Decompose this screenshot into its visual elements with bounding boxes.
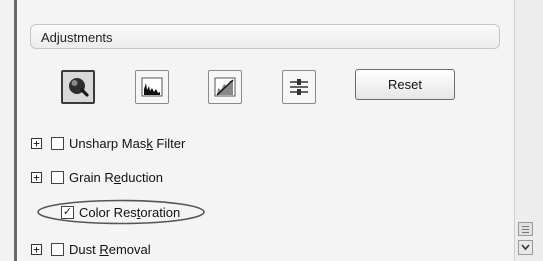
option-row-dust-removal[interactable]: + Dust Removal [31, 240, 151, 258]
adjustments-title: Adjustments [41, 30, 113, 45]
option-row-grain-reduction[interactable]: + Grain Reduction [31, 168, 163, 186]
grain-reduction-label: Grain Reduction [69, 169, 163, 185]
scrollbar-thumb[interactable] [518, 222, 533, 236]
unsharp-mask-label: Unsharp Mask Filter [69, 135, 186, 151]
scroll-down-button[interactable] [518, 240, 533, 255]
unsharp-mask-checkbox[interactable] [51, 136, 64, 150]
reset-button[interactable]: Reset [355, 69, 455, 100]
auto-exposure-button[interactable] [61, 70, 95, 104]
tone-curve-icon [214, 77, 236, 97]
auto-exposure-icon [69, 78, 89, 97]
histogram-adjustment-button[interactable] [135, 70, 169, 104]
chevron-down-icon [521, 244, 530, 251]
color-restoration-label: Color Restoration [79, 204, 181, 220]
color-restoration-checkbox[interactable]: ✓ [61, 205, 74, 219]
dust-removal-checkbox[interactable] [51, 242, 64, 256]
expand-icon[interactable]: + [31, 137, 42, 149]
tone-correction-button[interactable] [208, 70, 242, 104]
expand-icon[interactable]: + [31, 171, 42, 183]
option-row-color-restoration[interactable]: ✓ Color Restoration [61, 203, 180, 221]
histogram-icon [141, 77, 163, 97]
option-row-unsharp-mask[interactable]: + Unsharp Mask Filter [31, 134, 185, 152]
grain-reduction-checkbox[interactable] [51, 170, 64, 184]
image-adjustment-button[interactable] [282, 70, 316, 104]
adjustments-header[interactable]: Adjustments [30, 24, 500, 49]
dust-removal-label: Dust Removal [69, 241, 151, 257]
expand-icon[interactable]: + [31, 243, 42, 255]
image-adjustment-icon [290, 79, 308, 95]
